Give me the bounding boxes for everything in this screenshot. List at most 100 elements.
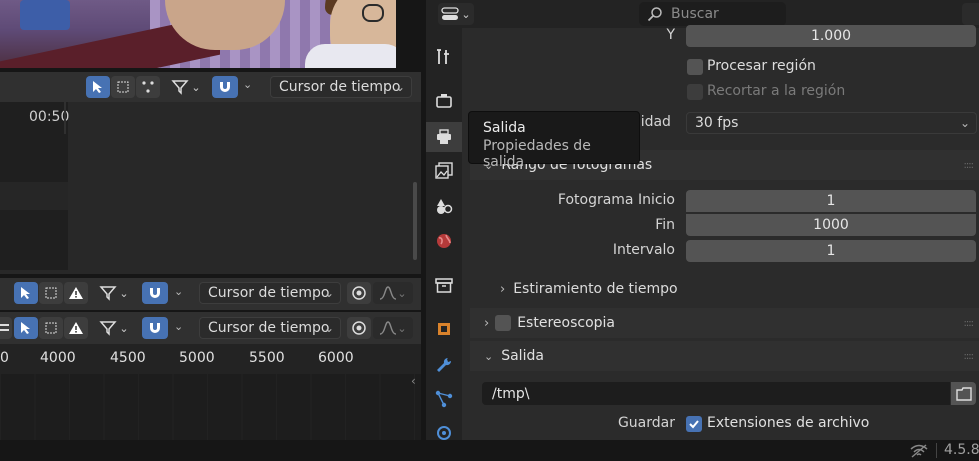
box-select-icon: [45, 287, 57, 299]
archive-icon: [435, 278, 453, 293]
tab-tool[interactable]: [426, 42, 462, 72]
ruler-tick: 4500: [110, 350, 146, 366]
box-select-button[interactable]: [39, 282, 63, 304]
drag-handle-icon[interactable]: ::::: [964, 318, 975, 329]
filter-icon: [99, 286, 118, 301]
tab-world[interactable]: [426, 226, 462, 256]
chevron-down-icon: ⌄: [397, 321, 407, 335]
drag-handle-icon[interactable]: ::::: [964, 351, 975, 362]
warning-icon: [69, 287, 83, 299]
timeline-content[interactable]: [72, 102, 421, 270]
box-select-icon: [117, 81, 129, 93]
falloff-dropdown[interactable]: ⌄: [373, 282, 413, 304]
falloff-dropdown[interactable]: ⌄: [373, 317, 413, 339]
editor-type-button[interactable]: ⌄: [438, 3, 474, 25]
box-select-icon: [45, 322, 57, 334]
frame-step-field[interactable]: 1: [686, 240, 976, 262]
stereoscopy-checkbox[interactable]: [495, 315, 512, 331]
tweak-button[interactable]: [136, 76, 160, 98]
select-tool-button[interactable]: [86, 76, 110, 98]
search-icon: [647, 7, 662, 22]
timeline-editor-middle: ⌄ ⌄ Cursor de tiempo ⌄ ⌄: [0, 278, 421, 310]
resolution-y-field[interactable]: 1.000: [686, 25, 976, 47]
version-label: 4.5.8: [944, 442, 979, 458]
scene-object: [20, 0, 70, 30]
falloff-curve-icon: [380, 286, 397, 300]
chevron-down-icon[interactable]: ⌄: [174, 285, 183, 298]
frame-end-value: 1000: [813, 217, 849, 233]
vertical-scrollbar[interactable]: [413, 182, 417, 260]
ruler-tick: 6000: [318, 350, 354, 366]
chevron-right-icon: ›: [500, 281, 506, 297]
snap-button[interactable]: [212, 76, 238, 98]
snap-button[interactable]: [142, 317, 168, 339]
tooltip-description: Propiedades de salida: [483, 138, 591, 170]
output-panel-header[interactable]: ⌄ Salida ::::: [470, 341, 979, 371]
chevron-down-icon: ⌄: [323, 286, 334, 300]
filter-button[interactable]: ⌄: [94, 282, 134, 304]
box-select-button[interactable]: [39, 317, 63, 339]
snap-button[interactable]: [142, 282, 168, 304]
playhead-dropdown-label: Cursor de tiempo: [208, 285, 330, 301]
tooltip: Salida Propiedades de salida: [468, 111, 640, 170]
properties-header: ⌄ Buscar: [426, 0, 979, 28]
tab-object[interactable]: [426, 314, 462, 344]
viewport-preview[interactable]: [0, 0, 396, 68]
proportional-edit-button[interactable]: [347, 317, 371, 339]
frame-end-label: Fin: [655, 217, 675, 233]
search-input[interactable]: Buscar: [639, 2, 786, 26]
tab-modifiers[interactable]: [426, 350, 462, 380]
falloff-curve-icon: [380, 321, 397, 335]
frame-step-label: Intervalo: [612, 242, 675, 258]
playhead-dropdown[interactable]: Cursor de tiempo ⌄: [199, 282, 341, 304]
output-path-input[interactable]: /tmp\: [482, 382, 950, 405]
tab-output[interactable]: [426, 122, 462, 152]
chevron-down-icon: ⌄: [461, 7, 471, 21]
chevron-down-icon[interactable]: ⌄: [174, 320, 183, 333]
proportional-edit-button[interactable]: [347, 282, 371, 304]
ruler-tick: 0: [0, 350, 9, 366]
warning-button[interactable]: [64, 282, 88, 304]
wrench-icon: [437, 357, 452, 372]
frame-start-field[interactable]: 1: [686, 190, 976, 212]
tooltip-title: Salida: [483, 120, 526, 136]
box-select-button[interactable]: [111, 76, 135, 98]
file-extensions-checkbox[interactable]: [686, 416, 702, 432]
playhead-dropdown[interactable]: Cursor de tiempo ⌄: [199, 317, 341, 339]
tab-render[interactable]: [426, 86, 462, 116]
tab-scene[interactable]: [426, 191, 462, 221]
options-button[interactable]: [962, 3, 979, 25]
tab-particles[interactable]: [426, 384, 462, 414]
stereoscopy-title: Estereoscopia: [517, 315, 615, 331]
timeline-editor-top[interactable]: ⌄ ⌄ Cursor de tiempo ⌄ 00:50: [0, 72, 421, 274]
drag-handle-icon[interactable]: ::::: [964, 160, 975, 171]
save-label: Guardar: [617, 415, 675, 431]
filter-button[interactable]: ⌄: [166, 76, 206, 98]
select-tool-button[interactable]: [14, 282, 38, 304]
framerate-dropdown[interactable]: 30 fps ⌄: [686, 112, 977, 134]
frame-step-value: 1: [826, 243, 836, 259]
warning-button[interactable]: [64, 317, 88, 339]
frame-end-field[interactable]: 1000: [686, 214, 976, 236]
folder-icon: [955, 386, 972, 401]
scene-character-shirt: [305, 44, 396, 68]
timeline-editor-bottom[interactable]: ⌄ ⌄ Cursor de tiempo ⌄ ⌄ 0 4000 4500 500…: [0, 312, 421, 440]
process-region-checkbox[interactable]: [687, 59, 703, 75]
chevron-left-icon[interactable]: ‹: [411, 374, 416, 388]
chevron-right-icon: ›: [484, 315, 490, 331]
timeline-grid[interactable]: [0, 374, 421, 440]
tab-view-layer[interactable]: [426, 156, 462, 186]
select-tool-button[interactable]: [14, 317, 38, 339]
tab-collection[interactable]: [426, 270, 462, 300]
chevron-down-icon[interactable]: ⌄: [243, 78, 252, 91]
menu-button[interactable]: [0, 317, 12, 339]
playhead-dropdown[interactable]: Cursor de tiempo ⌄: [270, 76, 412, 98]
magnet-icon: [150, 288, 160, 298]
browse-folder-button[interactable]: [951, 382, 976, 405]
filter-button[interactable]: ⌄: [94, 317, 134, 339]
file-extensions-label: Extensiones de archivo: [707, 415, 870, 431]
status-bar: 4.5.8: [0, 440, 979, 461]
chevron-down-icon: ⌄: [119, 321, 129, 335]
time-stretch-subpanel-header[interactable]: › Estiramiento de tiempo: [490, 276, 970, 302]
stereoscopy-panel-header[interactable]: › Estereoscopia ::::: [470, 308, 979, 338]
